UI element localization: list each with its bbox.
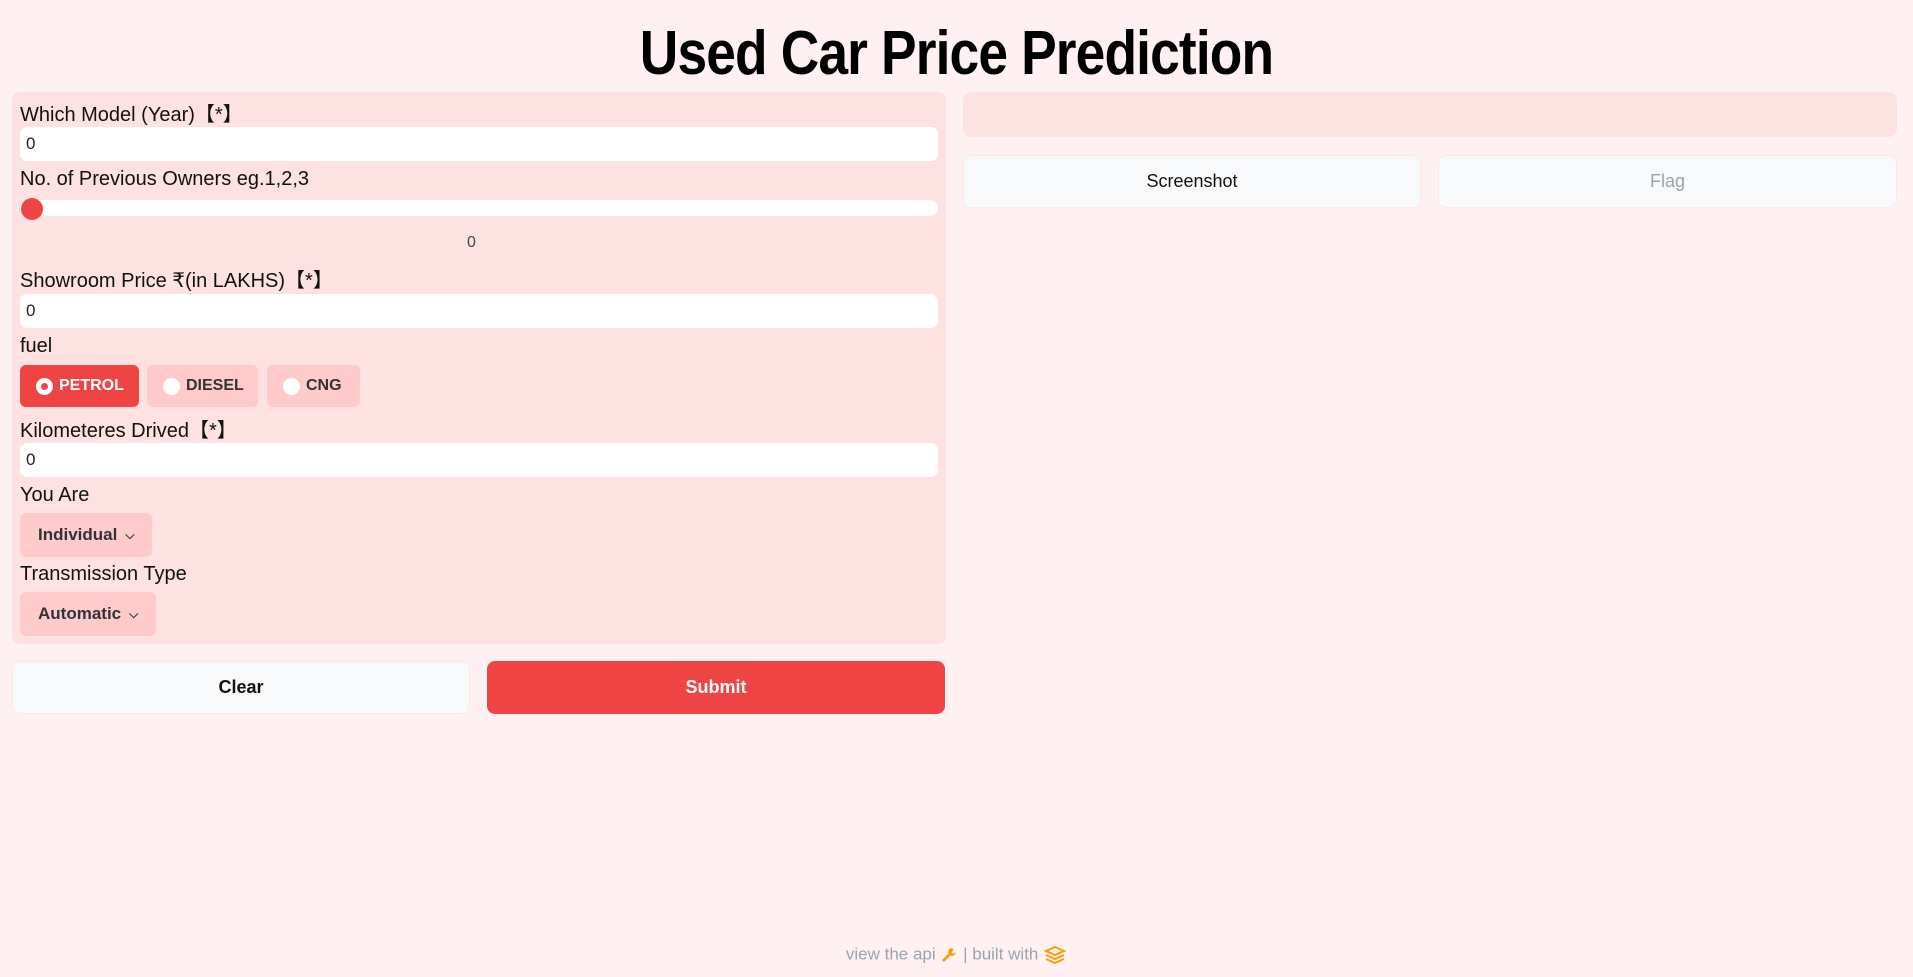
km-input[interactable]: 0 (20, 443, 938, 477)
year-label: Which Model (Year)【*】 (20, 104, 243, 126)
price-input[interactable]: 0 (20, 294, 938, 328)
gradio-logo-icon[interactable] (1043, 945, 1067, 965)
seller-dropdown[interactable]: Individual ⌵ (20, 513, 153, 557)
fuel-option-cng[interactable]: CNG (267, 365, 360, 407)
fuel-option-label: CNG (306, 377, 342, 394)
input-panel: Which Model (Year)【*】 0 No. of Previous … (12, 92, 946, 644)
fuel-option-diesel[interactable]: DIESEL (147, 365, 258, 407)
radio-unchecked-icon (163, 377, 180, 395)
fuel-option-label: DIESEL (186, 377, 244, 394)
footer: view the api | built with (0, 944, 1913, 965)
submit-button[interactable]: Submit (487, 661, 945, 714)
seller-label: You Are (20, 484, 90, 506)
clear-button[interactable]: Clear (12, 661, 470, 714)
km-label: Kilometeres Drived【*】 (20, 420, 237, 442)
owners-label: No. of Previous Owners eg.1,2,3 (20, 168, 310, 190)
prediction-output (963, 92, 1897, 137)
year-input[interactable]: 0 (20, 127, 938, 161)
seller-selected-value: Individual (38, 525, 118, 544)
page-title: Used Car Price Prediction (639, 19, 1274, 88)
chevron-down-icon: ⌵ (125, 527, 135, 542)
owners-slider-value: 0 (467, 234, 476, 251)
radio-checked-icon (36, 377, 53, 395)
built-with-text: | built with (963, 944, 1039, 964)
chevron-down-icon: ⌵ (129, 606, 139, 621)
price-label: Showroom Price ₹(in LAKHS)【*】 (20, 270, 333, 292)
flag-button[interactable]: Flag (1438, 155, 1897, 208)
fuel-option-label: PETROL (59, 377, 124, 394)
owners-slider[interactable] (20, 200, 938, 216)
transmission-dropdown[interactable]: Automatic ⌵ (20, 592, 157, 636)
transmission-label: Transmission Type (20, 563, 187, 585)
radio-unchecked-icon (283, 377, 300, 395)
screenshot-button[interactable]: Screenshot (963, 155, 1421, 208)
view-api-link[interactable]: view the api (846, 945, 936, 964)
owners-slider-thumb[interactable] (21, 198, 43, 220)
fuel-option-petrol[interactable]: PETROL (20, 365, 139, 407)
transmission-selected-value: Automatic (38, 604, 122, 623)
fuel-label: fuel (20, 335, 53, 357)
wrench-icon (942, 947, 957, 962)
